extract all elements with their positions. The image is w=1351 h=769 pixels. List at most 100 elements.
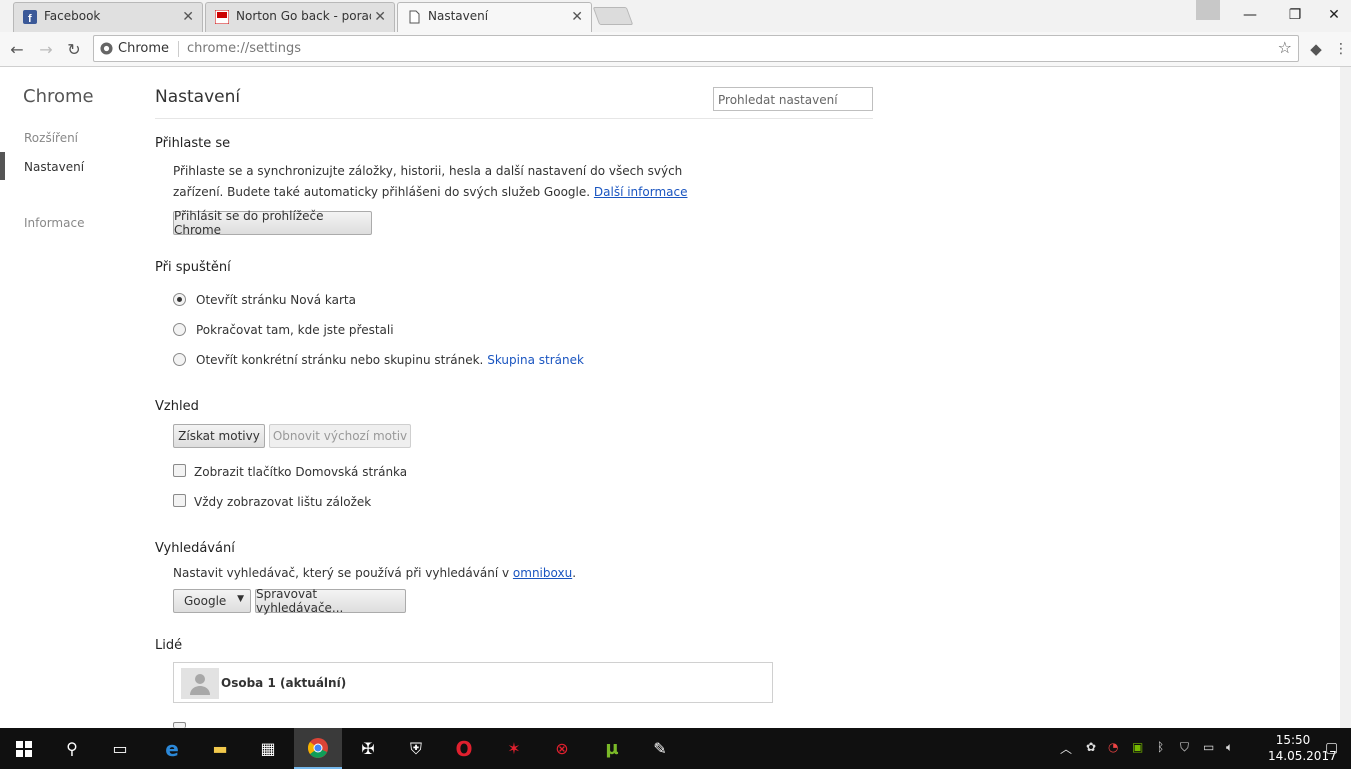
star-icon[interactable]: ☆ [1278, 38, 1292, 57]
restore-icon[interactable]: ❐ [1272, 0, 1318, 30]
reset-theme-button[interactable]: Obnovit výchozí motiv [269, 424, 411, 448]
people-list: Osoba 1 (aktuální) [173, 662, 773, 703]
bluetooth-icon[interactable]: ᛒ [1157, 740, 1164, 754]
sidebar-item-about[interactable]: Informace [24, 216, 84, 230]
new-tab-button[interactable] [592, 7, 634, 25]
startup-option-label: Otevřít stránku Nová karta [196, 293, 356, 307]
taskbar: ⚲ ▭ e ▬ ▦ ✠ ⛨ O ✶ ⊗ µ ✎ ︿ ✿ ◔ ▣ ᛒ ⛉ ▭ 🔈︎… [0, 728, 1351, 769]
startup-radio-specific[interactable] [173, 353, 186, 366]
dropdown-arrow-icon: ▼ [237, 594, 244, 604]
section-appearance-heading: Vzhled [155, 399, 199, 414]
search-text: Nastavit vyhledávač, který se používá př… [173, 566, 510, 580]
security-chip: Chrome [118, 41, 169, 56]
signin-button[interactable]: Přihlásit se do prohlížeče Chrome [173, 209, 372, 237]
url-text: chrome://settings [187, 41, 302, 56]
browser-toolbar: ← → ↻ Chrome chrome://settings ☆ ◆ ⋮ [0, 32, 1351, 67]
avatar [181, 668, 219, 699]
task-view-icon[interactable]: ▭ [96, 728, 144, 769]
utorrent-icon[interactable]: µ [588, 728, 636, 769]
clock-date: 14.05.2017 [1268, 749, 1337, 763]
settings-search-input[interactable]: Prohledat nastavení [713, 87, 873, 111]
section-signin-heading: Přihlaste se [155, 136, 231, 151]
minimize-icon[interactable]: — [1227, 0, 1273, 30]
section-startup-heading: Při spuštění [155, 260, 231, 275]
divider [178, 41, 179, 57]
file-explorer-icon[interactable]: ▬ [196, 728, 244, 769]
chrome-taskbar-icon[interactable] [294, 728, 342, 769]
omnibox-link[interactable]: omniboxu [513, 566, 572, 580]
search-engine-value: Google [184, 594, 227, 608]
tab-title: Facebook [44, 9, 101, 23]
tab-title: Norton Go back - poradna [236, 9, 371, 23]
reload-icon[interactable]: ↻ [63, 38, 85, 60]
tab-norton[interactable]: Norton Go back - poradna ✕ [205, 2, 395, 32]
divider [155, 118, 873, 119]
close-icon[interactable]: ✕ [182, 9, 194, 25]
world-of-tanks-icon[interactable]: ✠ [344, 728, 392, 769]
tray-speed-icon[interactable]: ◔ [1108, 740, 1118, 754]
edge-icon[interactable]: e [148, 728, 196, 769]
search-icon[interactable]: ⚲ [48, 728, 96, 769]
windows-start-icon[interactable] [0, 728, 48, 769]
svg-text:f: f [28, 13, 32, 24]
shield-icon[interactable]: ⛉ [1180, 740, 1189, 755]
search-engine-select[interactable]: Google ▼ [173, 589, 251, 613]
clock-time: 15:50 [1275, 733, 1311, 747]
close-window-icon[interactable]: ✕ [1317, 0, 1351, 30]
person-name[interactable]: Osoba 1 (aktuální) [221, 676, 346, 690]
tray-app-icon[interactable]: ✿ [1086, 740, 1096, 754]
manage-search-engines-button[interactable]: Spravovat vyhledávače... [255, 587, 406, 615]
tab-facebook[interactable]: f Facebook ✕ [13, 2, 203, 32]
selected-indicator [0, 152, 5, 180]
section-search-heading: Vyhledávání [155, 541, 235, 556]
close-icon[interactable]: ✕ [571, 9, 583, 25]
tab-strip: f Facebook ✕ Norton Go back - poradna ✕ … [0, 0, 1351, 33]
back-icon[interactable]: ← [6, 38, 28, 60]
show-home-label: Zobrazit tlačítko Domovská stránka [194, 465, 408, 479]
app2-icon[interactable]: ⊗ [538, 728, 586, 769]
person-icon [190, 674, 210, 695]
clock[interactable]: 15:50 14.05.2017 [1268, 732, 1337, 764]
page-title: Nastavení [155, 87, 241, 107]
startup-radio-continue[interactable] [173, 323, 186, 336]
sidebar-title: Chrome [23, 86, 94, 107]
scrollbar[interactable] [1340, 67, 1351, 728]
set-pages-link[interactable]: Skupina stránek [487, 353, 584, 367]
learn-more-link[interactable]: Další informace [594, 185, 688, 199]
tab-title: Nastavení [428, 9, 489, 23]
get-themes-button[interactable]: Získat motivy [173, 424, 265, 448]
startup-option-label: Pokračovat tam, kde jste přestali [196, 323, 394, 337]
battery-icon[interactable]: ▭ [1203, 740, 1214, 754]
startup-radio-newtab[interactable] [173, 293, 186, 306]
omnibox[interactable]: Chrome chrome://settings ☆ [93, 35, 1299, 62]
close-icon[interactable]: ✕ [374, 9, 386, 25]
paint-icon[interactable]: ✎ [636, 728, 684, 769]
page-icon [409, 10, 420, 24]
chrome-icon [100, 42, 113, 55]
forward-icon[interactable]: → [35, 38, 57, 60]
volume-icon[interactable]: 🔈︎ [1226, 740, 1233, 755]
tab-settings[interactable]: Nastavení ✕ [397, 2, 592, 33]
startup-option-text: Otevřít konkrétní stránku nebo skupinu s… [196, 353, 484, 367]
show-bookmarks-checkbox[interactable] [173, 494, 186, 507]
game-launcher-icon[interactable]: ⛨ [392, 728, 440, 769]
store-icon[interactable]: ▦ [244, 728, 292, 769]
signin-description: Přihlaste se a synchronizujte záložky, h… [173, 161, 733, 203]
facebook-icon: f [23, 10, 37, 24]
profile-icon[interactable] [1196, 0, 1220, 20]
chevron-up-icon[interactable]: ︿ [1060, 740, 1072, 757]
show-home-checkbox[interactable] [173, 464, 186, 477]
app-icon[interactable]: ✶ [490, 728, 538, 769]
opera-icon[interactable]: O [440, 728, 488, 769]
startup-option-label: Otevřít konkrétní stránku nebo skupinu s… [196, 353, 584, 367]
sidebar-item-extensions[interactable]: Rozšíření [24, 131, 78, 145]
show-bookmarks-label: Vždy zobrazovat lištu záložek [194, 495, 372, 509]
sidebar-item-settings[interactable]: Nastavení [24, 160, 84, 174]
notifications-icon[interactable]: ▢ [1325, 740, 1338, 756]
nvidia-icon[interactable]: ▣ [1132, 740, 1143, 754]
eraser-extension-icon[interactable]: ◆ [1305, 38, 1327, 60]
section-people-heading: Lidé [155, 638, 183, 653]
search-description: Nastavit vyhledávač, který se používá př… [173, 566, 577, 580]
menu-icon[interactable]: ⋮ [1330, 38, 1351, 60]
norton-icon [215, 10, 229, 24]
